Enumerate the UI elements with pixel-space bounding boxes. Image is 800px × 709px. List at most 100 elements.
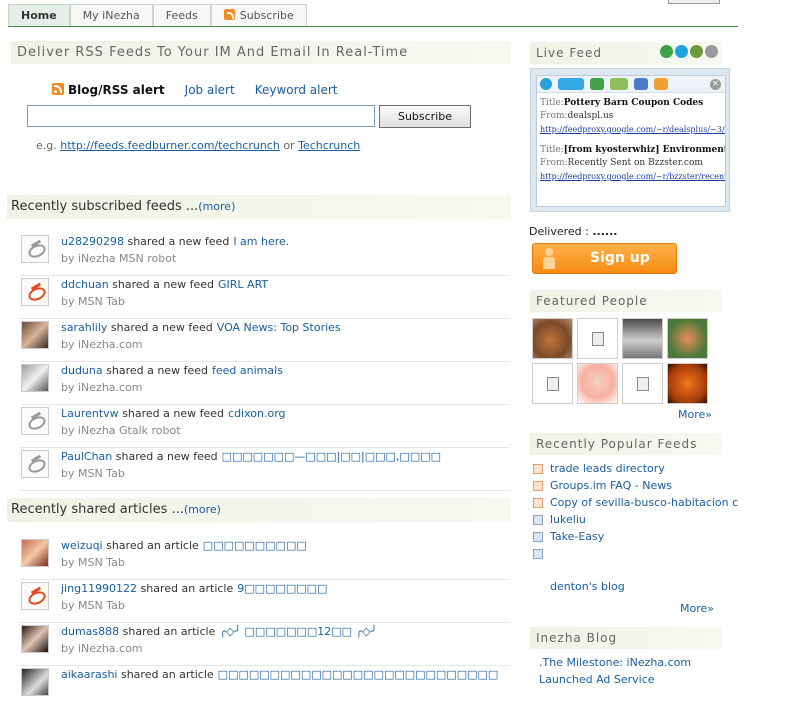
- article-item: dumas888 shared an article ╭◇╯ □□□□□□□12□…: [20, 623, 510, 666]
- feed-title-link[interactable]: □□□□□□□—□□□|□□|□□□,□□□□: [222, 450, 441, 463]
- rss-icon[interactable]: [654, 78, 668, 90]
- feed-icon: [533, 514, 543, 525]
- popular-feed-link[interactable]: Groups.im FAQ - News: [550, 477, 672, 494]
- tab-feeds[interactable]: Feeds: [152, 4, 211, 26]
- delivered-label: Delivered :: [529, 225, 589, 238]
- message-link[interactable]: http://feedproxy.google.com/~r/bzzster/r…: [540, 170, 725, 183]
- action-text: shared a new feed: [106, 364, 208, 377]
- action-text: shared a new feed: [127, 235, 230, 248]
- article-item: weizuqi shared an article □□□□□□□□□□ by M…: [20, 537, 510, 580]
- user-link[interactable]: u28290298: [61, 235, 124, 248]
- user-link[interactable]: Laurentvw: [61, 407, 119, 420]
- avatar[interactable]: [21, 625, 49, 653]
- tab-subscribe[interactable]: Subscribe: [210, 4, 307, 26]
- subscribe-icon: [223, 9, 235, 20]
- example-name-link[interactable]: Techcrunch: [298, 139, 360, 152]
- tab-home[interactable]: Home: [8, 4, 70, 26]
- user-link[interactable]: sarahlily: [61, 321, 107, 334]
- settings-icon[interactable]: [705, 45, 718, 58]
- gtalk-icon[interactable]: [610, 78, 628, 90]
- recent-articles-more-link[interactable]: (more): [184, 503, 221, 516]
- article-item: aikaarashi shared an article □□□□□□□□□□□□…: [20, 666, 510, 709]
- user-link[interactable]: duduna: [61, 364, 103, 377]
- feed-title-link[interactable]: I am here.: [233, 235, 289, 248]
- top-search-button[interactable]: [668, 0, 720, 4]
- avatar[interactable]: [21, 364, 49, 392]
- featured-more-link[interactable]: More»: [678, 408, 712, 421]
- email-icon[interactable]: [634, 78, 648, 90]
- feed-icon: [533, 548, 543, 559]
- list-item[interactable]: Copy of sevilla-busco-habitacion c: [533, 494, 738, 511]
- signup-button[interactable]: Sign up: [532, 243, 677, 274]
- action-text: shared a new feed: [115, 450, 218, 463]
- message-link[interactable]: http://feedproxy.google.com/~r/dealsplus…: [540, 123, 725, 136]
- msn-icon[interactable]: [590, 78, 604, 90]
- featured-person-avatar[interactable]: [532, 318, 573, 359]
- feed-title-link[interactable]: GIRL ART: [218, 278, 268, 291]
- featured-person-avatar[interactable]: [667, 363, 708, 404]
- blog-post-link[interactable]: .The Milestone: iNezha.com: [539, 654, 691, 671]
- title-label: Title:: [540, 98, 564, 108]
- example-prefix: e.g.: [36, 139, 57, 152]
- skype-icon[interactable]: [540, 78, 552, 90]
- recent-feeds-header: Recently subscribed feeds ...(more): [7, 195, 511, 219]
- recent-feeds-more-link[interactable]: (more): [198, 200, 235, 213]
- feed-icon: [533, 480, 543, 491]
- feed-title-link[interactable]: cdixon.org: [228, 407, 286, 420]
- avatar[interactable]: [21, 539, 49, 567]
- featured-person-avatar[interactable]: [622, 318, 663, 359]
- featured-person-avatar[interactable]: [577, 363, 618, 404]
- inezha-logo-icon: [21, 450, 49, 478]
- feed-item: ddchuan shared a new feed GIRL ART by MSN…: [20, 276, 510, 319]
- article-title-link[interactable]: □□□□□□□□□□: [203, 539, 307, 552]
- tab-keyword-alert[interactable]: Keyword alert: [255, 83, 338, 97]
- feed-title-link[interactable]: VOA News: Top Stories: [217, 321, 341, 334]
- example-url-link[interactable]: http://feeds.feedburner.com/techcrunch: [60, 139, 280, 152]
- via-text: by iNezha.com: [61, 642, 143, 655]
- feed-title-link[interactable]: feed animals: [212, 364, 283, 377]
- close-icon[interactable]: ×: [710, 79, 721, 90]
- featured-person-avatar[interactable]: [622, 363, 663, 404]
- user-link[interactable]: jing11990122: [61, 582, 137, 595]
- avatar[interactable]: [21, 321, 49, 349]
- popular-feed-link[interactable]: trade leads directory: [550, 460, 665, 477]
- user-link[interactable]: ddchuan: [61, 278, 109, 291]
- list-item[interactable]: Take-Easy: [533, 528, 738, 545]
- article-title-link[interactable]: □□□□□□□□□□□□□□□□□□□□□□□□□□□: [218, 668, 499, 681]
- popular-more-link[interactable]: More»: [680, 602, 714, 615]
- list-item[interactable]: lukeliu: [533, 511, 738, 528]
- feed-url-input[interactable]: [27, 105, 375, 127]
- article-title-link[interactable]: ╭◇╯ □□□□□□□12□□ ╭◇╯: [219, 625, 377, 638]
- tab-job-alert[interactable]: Job alert: [185, 83, 235, 97]
- user-link[interactable]: aikaarashi: [61, 668, 117, 681]
- tab-blog-rss-alert[interactable]: Blog/RSS alert: [52, 83, 165, 97]
- skype-icon[interactable]: [675, 45, 688, 58]
- gtalk-icon[interactable]: [690, 45, 703, 58]
- popular-feed-link[interactable]: lukeliu: [550, 511, 586, 528]
- featured-person-avatar[interactable]: [532, 363, 573, 404]
- recent-articles-header: Recently shared articles ...(more): [7, 498, 511, 522]
- action-text: shared an article: [140, 582, 234, 595]
- featured-person-avatar[interactable]: [577, 318, 618, 359]
- article-title-link[interactable]: 9□□□□□□□□: [237, 582, 327, 595]
- list-item[interactable]: [533, 545, 738, 562]
- featured-people-title: Featured People: [536, 294, 648, 308]
- popular-feed-link[interactable]: Copy of sevilla-busco-habitacion c: [550, 494, 738, 511]
- tab-my-inezha[interactable]: My iNezha: [69, 4, 153, 26]
- msn-icon[interactable]: [660, 45, 673, 58]
- avatar[interactable]: [21, 668, 49, 696]
- user-link[interactable]: weizuqi: [61, 539, 103, 552]
- popular-feed-link[interactable]: Take-Easy: [550, 528, 604, 545]
- list-item[interactable]: trade leads directory: [533, 460, 738, 477]
- featured-person-avatar[interactable]: [667, 318, 708, 359]
- user-link[interactable]: dumas888: [61, 625, 119, 638]
- featured-people-header: Featured People: [530, 290, 722, 312]
- skype-logo-icon[interactable]: [558, 78, 584, 90]
- list-item[interactable]: Groups.im FAQ - News: [533, 477, 738, 494]
- blog-post-link[interactable]: Launched Ad Service: [539, 671, 691, 688]
- user-link[interactable]: PaulChan: [61, 450, 112, 463]
- blog-header: Inezha Blog: [530, 627, 722, 649]
- subscribe-button[interactable]: Subscribe: [379, 105, 471, 128]
- popular-feed-link[interactable]: denton's blog: [550, 580, 625, 593]
- via-text: by MSN Tab: [61, 599, 125, 612]
